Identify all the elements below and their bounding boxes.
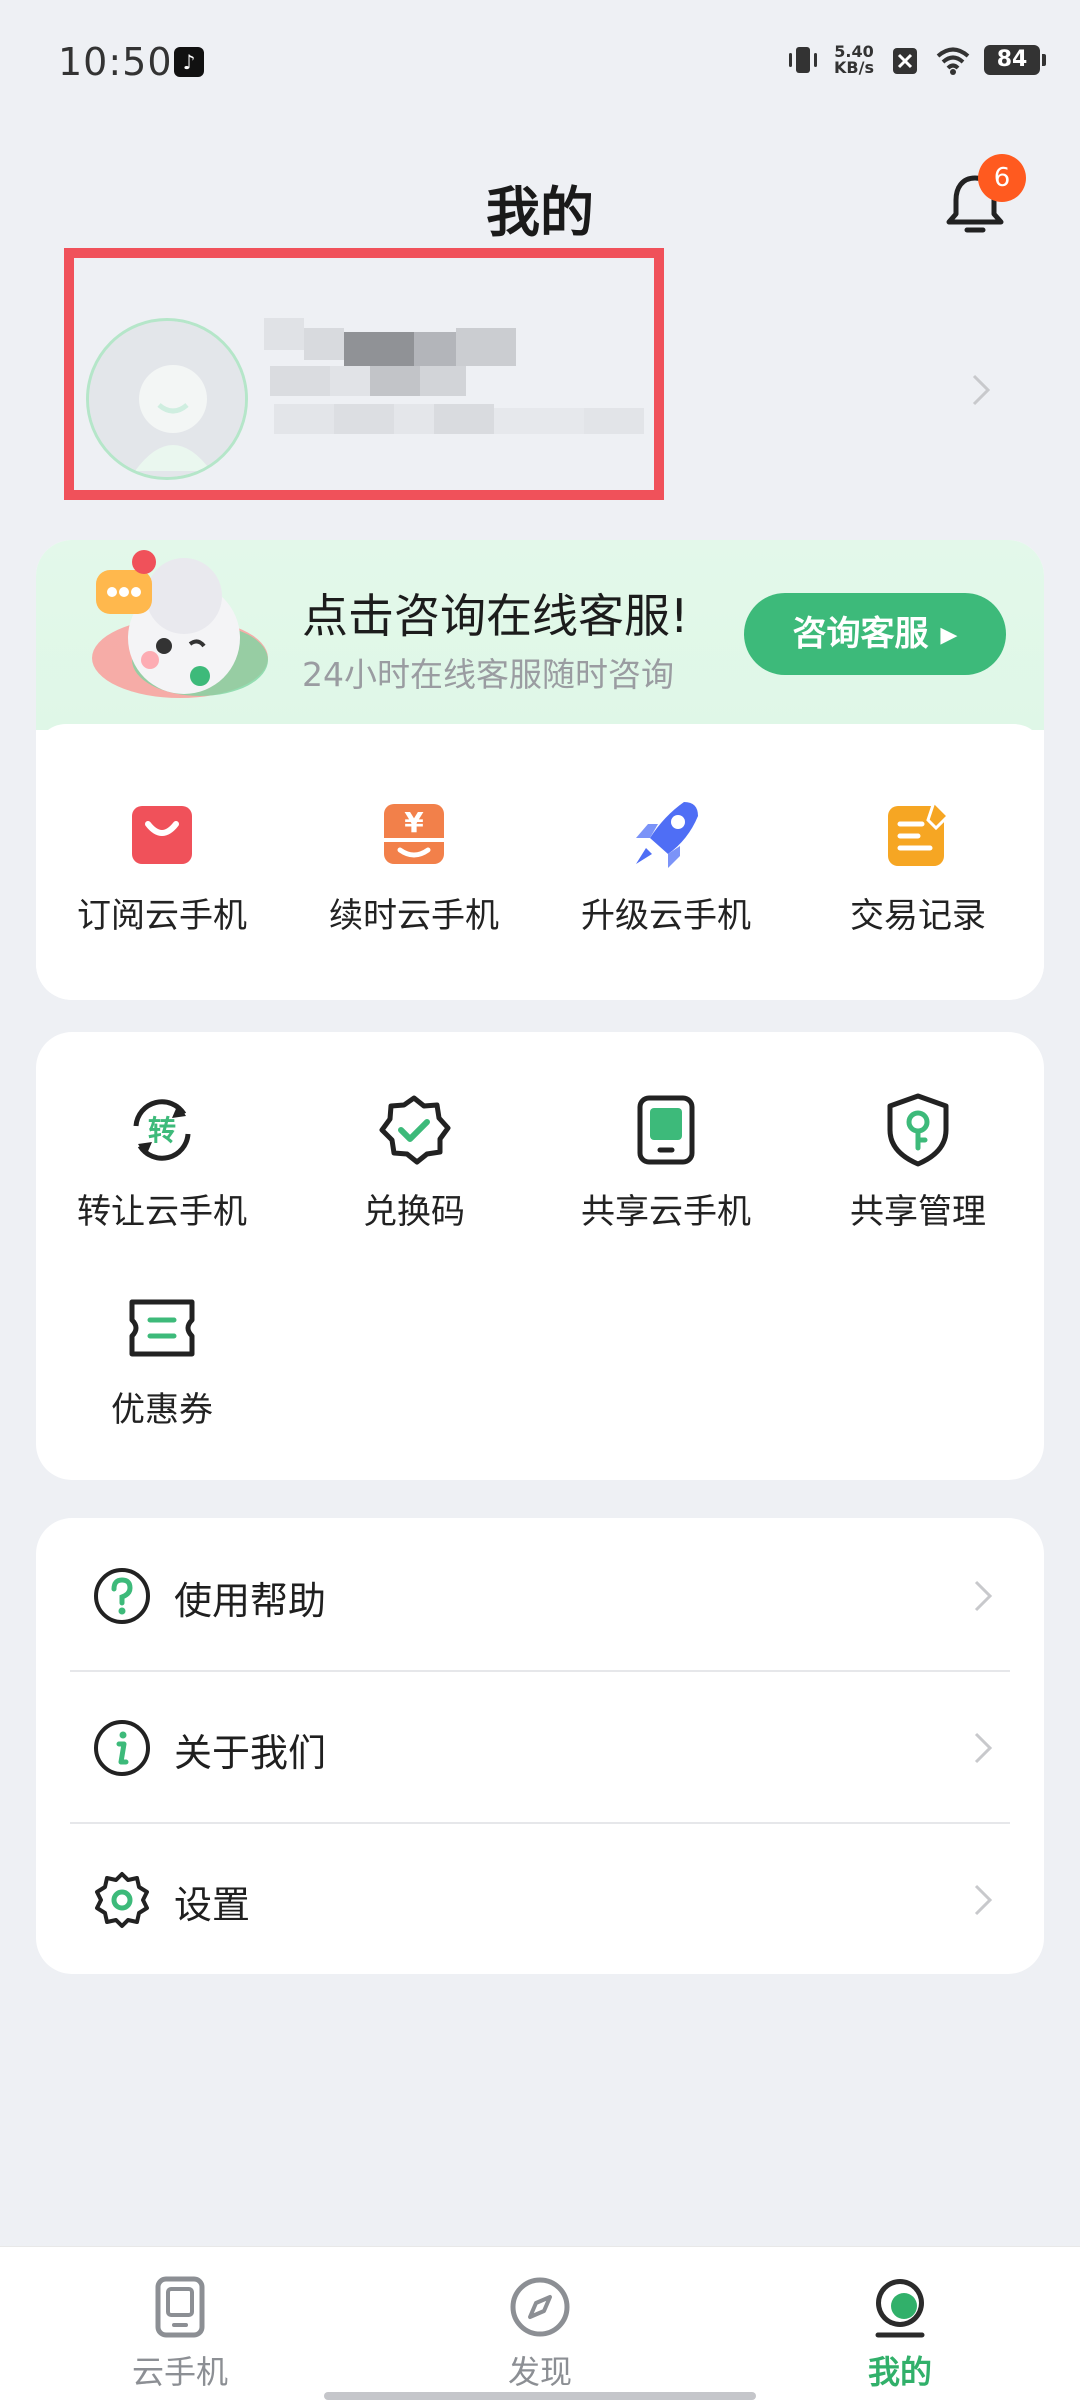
notification-badge: 6 [978, 154, 1026, 202]
shield-key-icon [887, 1093, 949, 1167]
nav-label: 我的 [867, 2353, 932, 2391]
tool-transfer-phone[interactable]: 转 转让云手机 [36, 1090, 288, 1233]
tool-share-phone[interactable]: 共享云手机 [540, 1090, 792, 1233]
tiktok-notification-icon: ♪ [174, 47, 204, 77]
action-label: 升级云手机 [581, 896, 751, 936]
account-actions: 订阅云手机 ¥ 续时云手机 升级云手机 交易记录 [36, 724, 1044, 1000]
wifi-icon [936, 47, 970, 75]
tool-label: 兑换码 [363, 1192, 465, 1232]
menu-item-about[interactable]: 关于我们 [36, 1670, 1044, 1822]
menu-item-help[interactable]: 使用帮助 [36, 1518, 1044, 1670]
menu-list: 使用帮助 关于我们 设置 [36, 1518, 1044, 1974]
tool-redeem-code[interactable]: 兑换码 [288, 1090, 540, 1233]
vibrate-icon [789, 47, 818, 73]
action-renew[interactable]: ¥ 续时云手机 [288, 794, 540, 937]
menu-item-label: 使用帮助 [174, 1579, 327, 1623]
menu-item-label: 关于我们 [174, 1731, 327, 1775]
chevron-right-icon [974, 1884, 993, 1916]
tool-label: 转让云手机 [77, 1192, 247, 1232]
profile-icon [875, 2279, 925, 2338]
consult-title: 点击咨询在线客服! [302, 589, 689, 643]
gear-icon [95, 1872, 149, 1928]
phone-icon [155, 2276, 205, 2338]
nav-label: 发现 [507, 2353, 572, 2391]
status-time: 10:50 [58, 40, 173, 84]
tablet-share-icon [637, 1095, 695, 1165]
chevron-right-icon [974, 1580, 993, 1612]
coupon-icon [129, 1299, 195, 1357]
svg-text:转: 转 [148, 1114, 176, 1147]
status-indicators: 5.40 KB/s 84 [786, 40, 1046, 80]
action-label: 交易记录 [850, 896, 986, 936]
profile-chevron-icon[interactable] [966, 370, 996, 410]
svg-text:¥: ¥ [404, 806, 424, 839]
sim-off-icon [893, 48, 917, 74]
consult-banner[interactable]: 点击咨询在线客服! 24小时在线客服随时咨询 咨询客服 ▸ [36, 540, 1044, 730]
rocket-icon [636, 802, 698, 868]
tool-coupons[interactable]: 优惠券 [36, 1288, 288, 1431]
tool-label: 共享云手机 [581, 1192, 751, 1232]
tool-share-management[interactable]: 共享管理 [792, 1090, 1044, 1233]
nav-tab-discover[interactable]: 发现 [360, 2247, 720, 2408]
action-transactions[interactable]: 交易记录 [792, 794, 1044, 937]
action-label: 订阅云手机 [77, 896, 247, 936]
status-bar: 10:50 ♪ 5.40 KB/s 84 [0, 0, 1080, 130]
profile-card[interactable] [64, 248, 664, 500]
battery-indicator: 84 [984, 45, 1046, 75]
nav-label: 云手机 [131, 2353, 228, 2391]
consult-card: 点击咨询在线客服! 24小时在线客服随时咨询 咨询客服 ▸ 订阅云手机 ¥ 续时… [36, 540, 1044, 1000]
network-speed: 5.40 KB/s [834, 44, 874, 76]
transfer-icon: 转 [133, 1099, 191, 1161]
default-avatar-icon [89, 321, 245, 477]
page-title: 我的 [486, 181, 594, 244]
redeem-badge-icon [379, 1095, 451, 1165]
info-circle-icon [94, 1720, 150, 1776]
tool-label: 优惠券 [111, 1390, 213, 1430]
shopping-bag-icon [132, 806, 192, 864]
action-subscribe[interactable]: 订阅云手机 [36, 794, 288, 937]
tool-label: 共享管理 [850, 1192, 986, 1232]
chevron-right-icon [974, 1732, 993, 1764]
yuan-renew-icon: ¥ [384, 804, 444, 864]
nav-tab-mine[interactable]: 我的 [720, 2247, 1080, 2408]
action-label: 续时云手机 [329, 896, 499, 936]
menu-item-settings[interactable]: 设置 [36, 1822, 1044, 1974]
consult-subtitle: 24小时在线客服随时咨询 [302, 655, 674, 694]
bottom-navigation: 云手机 发现 我的 [0, 2246, 1080, 2408]
question-circle-icon [94, 1568, 150, 1624]
network-speed-unit: KB/s [834, 58, 874, 77]
customer-service-mascot-icon [92, 550, 268, 698]
tools-card: 转 转让云手机 兑换码 共享云手机 共享管理 优惠券 [36, 1032, 1044, 1480]
avatar[interactable] [86, 318, 248, 480]
menu-item-label: 设置 [174, 1883, 251, 1927]
nav-tab-cloud-phone[interactable]: 云手机 [0, 2247, 360, 2408]
consult-button[interactable]: 咨询客服 ▸ [744, 593, 1006, 675]
action-upgrade[interactable]: 升级云手机 [540, 794, 792, 937]
note-edit-icon [888, 799, 951, 866]
home-indicator[interactable] [324, 2392, 756, 2400]
compass-icon [510, 2277, 570, 2337]
